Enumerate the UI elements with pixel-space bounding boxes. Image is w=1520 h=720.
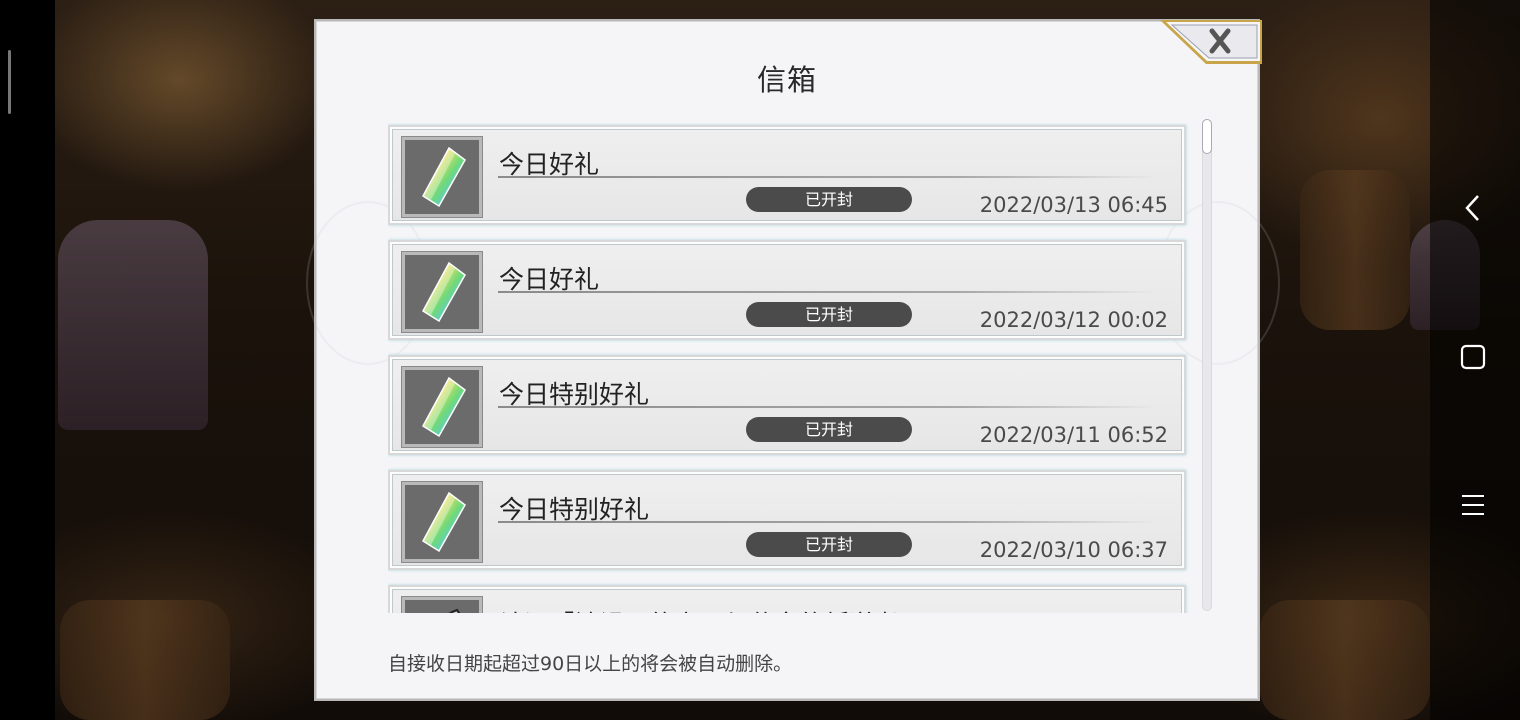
mailbox-dialog: 信箱 今日好礼 已开封 2022/03/13 06:45 今日好礼 已开封 20… [306,19,1280,701]
recent-apps-button[interactable] [1452,486,1494,528]
title-divider [498,406,1158,408]
back-button[interactable] [1452,189,1494,231]
background-barrel [1260,600,1430,720]
mail-title: 认证「被诅咒的帝国与荣富的叛逆者 [499,605,899,613]
side-handle[interactable] [8,50,11,114]
mail-item[interactable]: 今日特别好礼 已开封 2022/03/10 06:37 [388,470,1186,570]
title-divider [498,176,1158,178]
mail-date: 2022/03/10 06:37 [979,538,1168,562]
auto-delete-note: 自接收日期起超过90日以上的将会被自动删除。 [388,653,793,675]
mail-date: 2022/03/12 00:02 [979,308,1168,332]
scrollbar[interactable] [1202,119,1212,611]
status-badge: 已开封 [746,302,912,327]
mail-date: 2022/03/11 06:52 [979,423,1168,447]
mail-date: 2022/03/13 06:45 [979,193,1168,217]
scrollbar-thumb[interactable] [1202,119,1212,154]
rainbow-crystal-icon [401,366,483,448]
square-home-icon [1460,344,1486,374]
close-button[interactable] [1160,20,1262,64]
mail-item[interactable]: 今日好礼 已开封 2022/03/13 06:45 [388,125,1186,225]
background-barrel [60,600,230,720]
status-badge: 已开封 [746,187,912,212]
mail-item[interactable]: 认证「被诅咒的帝国与荣富的叛逆者 [388,585,1186,613]
back-chevron-icon [1463,193,1483,227]
menu-lines-icon [1461,493,1485,521]
title-divider [498,521,1158,523]
title-divider [498,291,1158,293]
background-character [58,220,208,430]
rainbow-crystal-icon [401,136,483,218]
status-badge: 已开封 [746,417,912,442]
feather-icon [401,596,483,613]
mail-list[interactable]: 今日好礼 已开封 2022/03/13 06:45 今日好礼 已开封 2022/… [388,123,1190,613]
dialog-title: 信箱 [756,63,817,97]
rainbow-crystal-icon [401,251,483,333]
background-barrel [1300,170,1410,330]
home-button[interactable] [1452,338,1494,380]
status-badge: 已开封 [746,532,912,557]
rainbow-crystal-icon [401,481,483,563]
mail-item[interactable]: 今日好礼 已开封 2022/03/12 00:02 [388,240,1186,340]
mail-item[interactable]: 今日特别好礼 已开封 2022/03/11 06:52 [388,355,1186,455]
